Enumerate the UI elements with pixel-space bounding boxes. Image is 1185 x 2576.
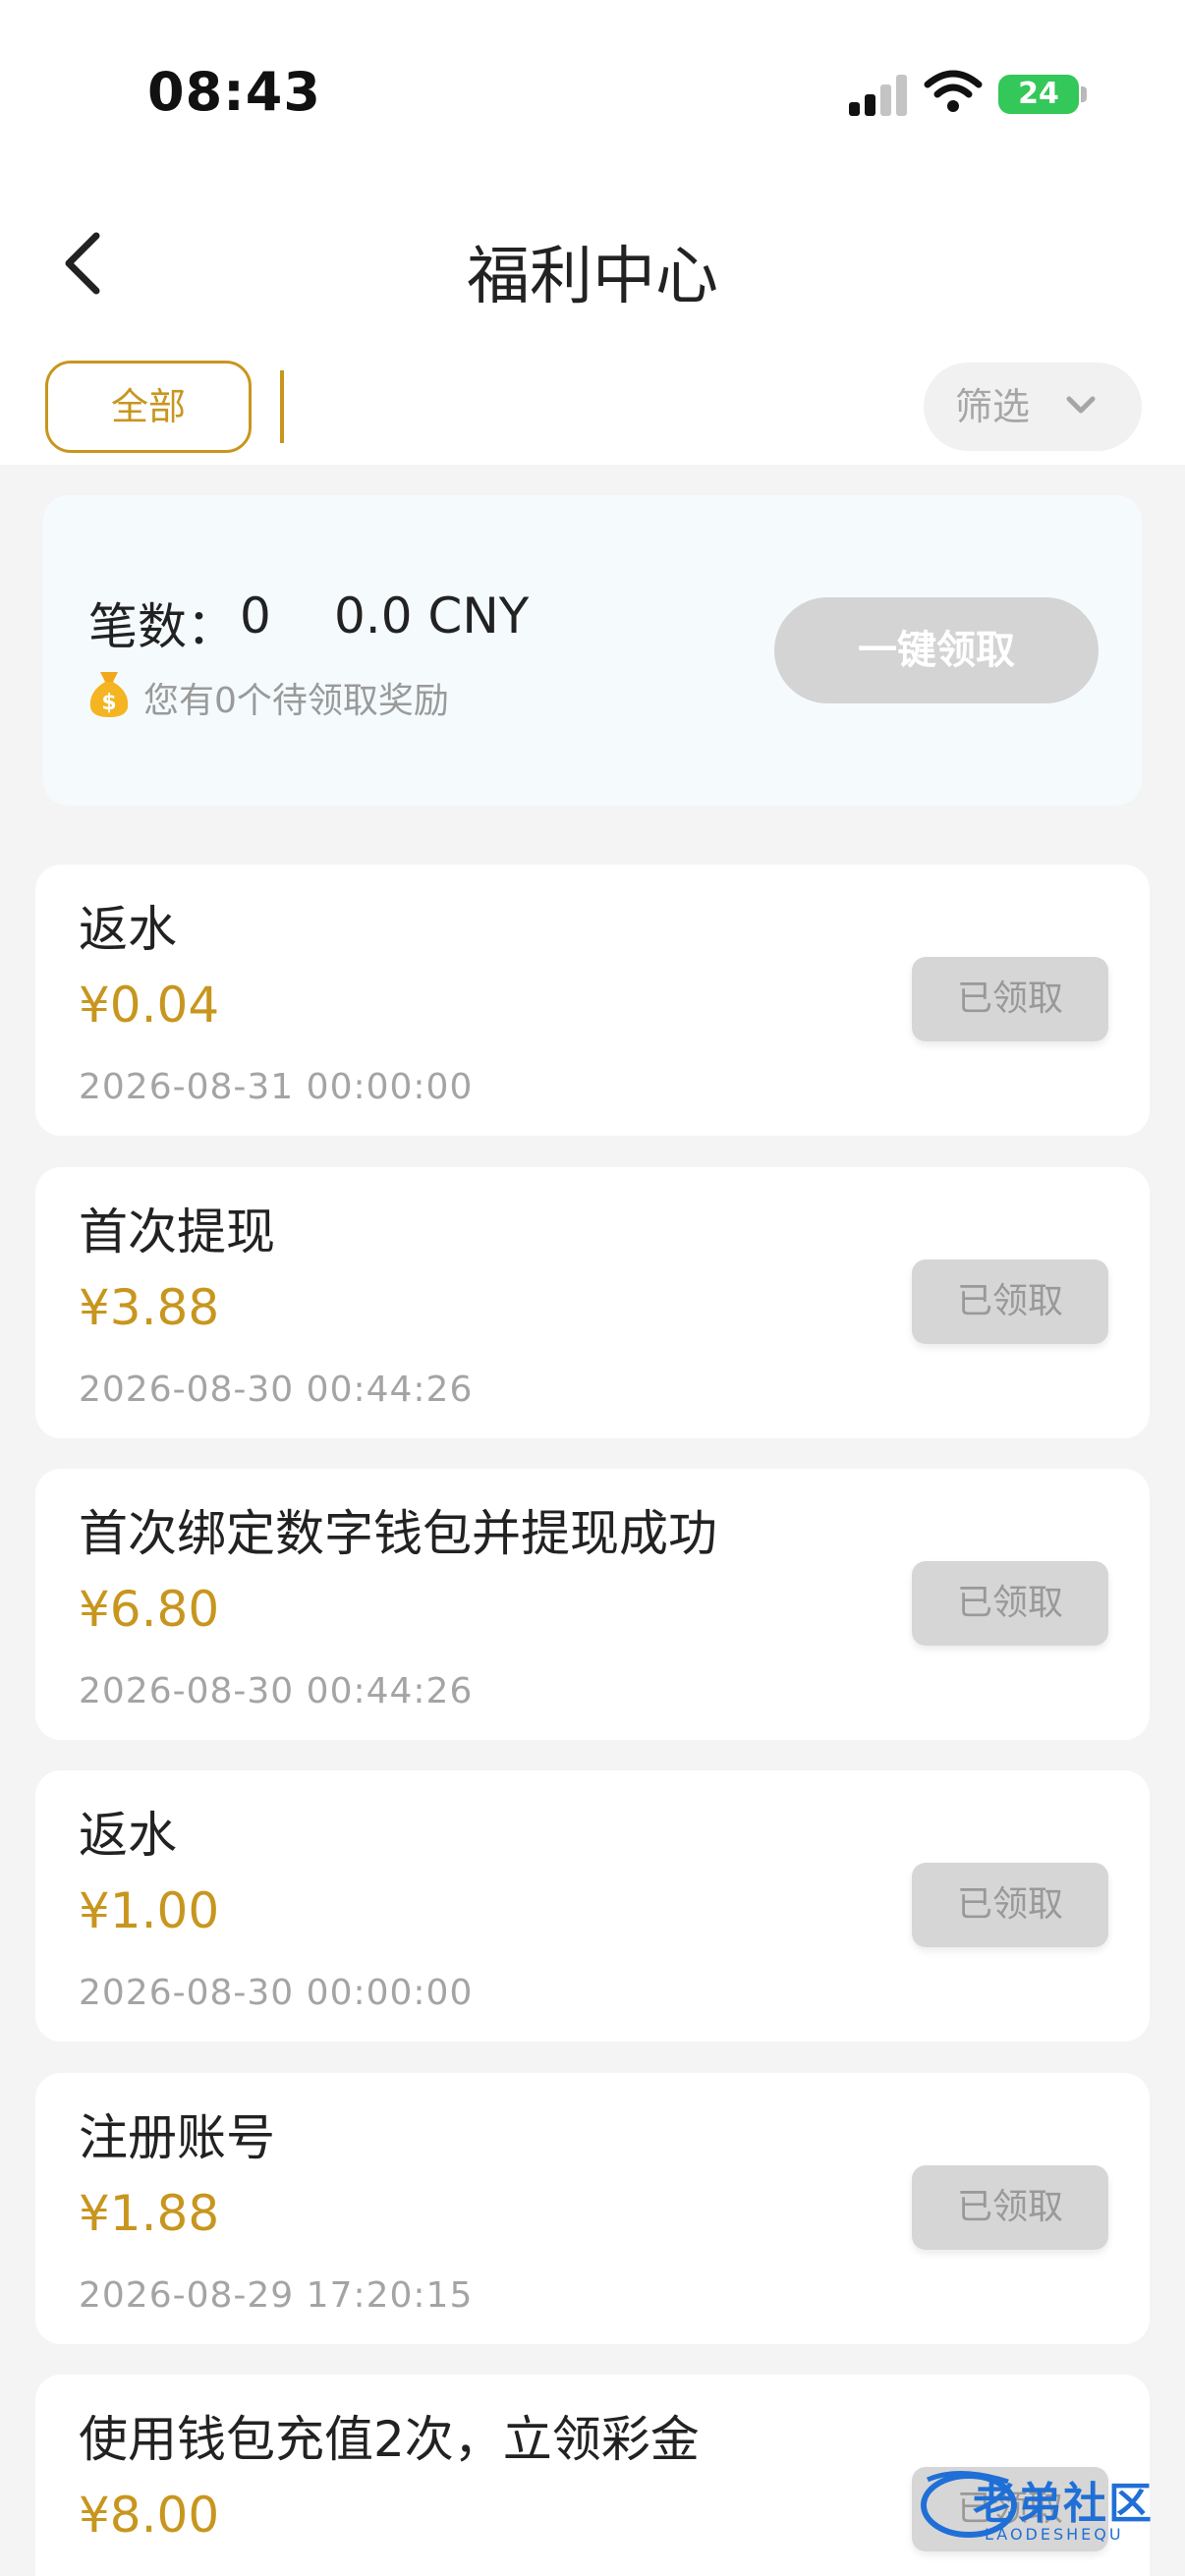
reward-title: 注册账号 bbox=[79, 2109, 275, 2166]
pending-hint: 您有0个待领取奖励 bbox=[143, 681, 449, 721]
claimed-button[interactable]: 已领取 bbox=[912, 1863, 1108, 1947]
reward-title: 返水 bbox=[79, 901, 177, 958]
reward-amount: ¥6.80 bbox=[79, 1581, 220, 1638]
watermark-subtext: LAODESHEQU bbox=[985, 2525, 1124, 2544]
count-value: 0 bbox=[240, 588, 271, 644]
reward-card: 首次绑定数字钱包并提现成功 ¥6.80 2026-08-30 00:44:26 … bbox=[35, 1469, 1150, 1740]
reward-title: 首次绑定数字钱包并提现成功 bbox=[79, 1505, 717, 1562]
filter-label: 筛选 bbox=[955, 385, 1031, 428]
claimed-button[interactable]: 已领取 bbox=[912, 1260, 1108, 1344]
reward-time: 2026-08-29 17:20:15 bbox=[79, 2275, 474, 2316]
reward-amount: ¥0.04 bbox=[79, 977, 220, 1034]
reward-amount: ¥8.00 bbox=[79, 2487, 220, 2544]
claimed-button[interactable]: 已领取 bbox=[912, 1561, 1108, 1646]
chevron-down-icon bbox=[1066, 396, 1096, 414]
reward-card: 注册账号 ¥1.88 2026-08-29 17:20:15 已领取 bbox=[35, 2073, 1150, 2344]
claimed-button[interactable]: 已领取 bbox=[912, 2165, 1108, 2250]
page-title: 福利中心 bbox=[467, 241, 718, 313]
status-time: 08:43 bbox=[147, 61, 321, 123]
tab-all[interactable]: 全部 bbox=[45, 361, 252, 453]
tab-divider bbox=[280, 370, 284, 443]
reward-title: 使用钱包充值2次，立领彩金 bbox=[79, 2411, 700, 2468]
reward-card: 首次提现 ¥3.88 2026-08-30 00:44:26 已领取 bbox=[35, 1167, 1150, 1438]
reward-time: 2026-08-30 00:00:00 bbox=[79, 1973, 474, 2013]
reward-title: 返水 bbox=[79, 1807, 177, 1864]
battery-cap bbox=[1081, 86, 1087, 102]
claimed-button[interactable]: 已领取 bbox=[912, 957, 1108, 1041]
count-label: 笔数： bbox=[88, 598, 236, 655]
reward-amount: ¥3.88 bbox=[79, 1279, 220, 1336]
watermark-text: 老弟社区 bbox=[973, 2479, 1154, 2529]
reward-amount: ¥1.00 bbox=[79, 1882, 220, 1939]
filter-button[interactable]: 筛选 bbox=[924, 363, 1142, 451]
reward-time: 2026-08-31 00:00:00 bbox=[79, 1067, 474, 1107]
svg-text:$: $ bbox=[101, 691, 116, 715]
cellular-signal-icon bbox=[849, 75, 908, 116]
reward-card: 返水 ¥0.04 2026-08-31 00:00:00 已领取 bbox=[35, 865, 1150, 1136]
reward-card: 返水 ¥1.00 2026-08-30 00:00:00 已领取 bbox=[35, 1770, 1150, 2042]
reward-amount: ¥1.88 bbox=[79, 2185, 220, 2242]
reward-time: 2026-08-30 00:44:26 bbox=[79, 1671, 474, 1711]
reward-title: 首次提现 bbox=[79, 1204, 275, 1260]
claim-all-button[interactable]: 一键领取 bbox=[774, 597, 1099, 703]
total-amount: 0.0 CNY bbox=[334, 588, 530, 644]
money-bag-icon: $ bbox=[89, 672, 129, 717]
wifi-icon bbox=[924, 70, 983, 112]
reward-time: 2026-08-30 00:44:26 bbox=[79, 1370, 474, 1410]
battery-level: 24 bbox=[1018, 77, 1059, 111]
